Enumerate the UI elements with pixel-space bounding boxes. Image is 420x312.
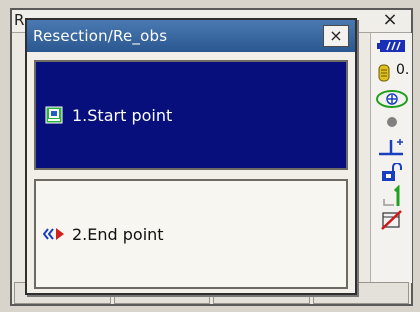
start-point-label: 1.Start point: [72, 105, 173, 125]
dialog-title: Resection/Re_obs: [33, 27, 168, 45]
target-constant-value: 0.: [396, 62, 410, 78]
laser-target-icon: [371, 89, 412, 113]
end-point-label: 2.End point: [72, 224, 164, 244]
sequence-one-icon: [371, 185, 412, 209]
tilt-compensation-icon: [371, 136, 412, 160]
target-constant-icon: 0.: [371, 62, 412, 88]
end-point-option[interactable]: 2.End point: [34, 179, 348, 289]
edit-disabled-icon: [371, 209, 412, 233]
background-close-button[interactable]: ×: [372, 10, 408, 30]
end-point-icon: [40, 227, 68, 241]
resection-dialog: Resection/Re_obs × 1.Start point 2.End p…: [25, 18, 357, 295]
status-panel: 0.: [370, 33, 412, 283]
unlock-icon: [371, 163, 412, 187]
dialog-close-button[interactable]: ×: [323, 25, 349, 47]
background-title: R: [14, 11, 25, 29]
start-point-option[interactable]: 1.Start point: [34, 60, 348, 170]
start-point-icon: [40, 106, 68, 124]
battery-icon: [371, 39, 412, 63]
dialog-title-bar: Resection/Re_obs ×: [27, 20, 355, 52]
